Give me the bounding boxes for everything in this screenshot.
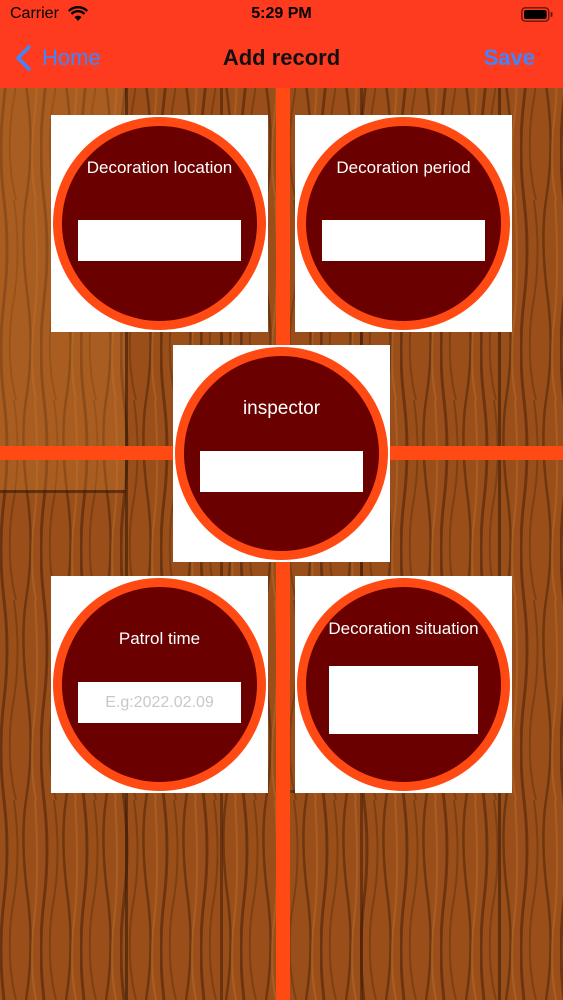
back-button[interactable]: Home [14,44,101,72]
patrol-card: Patrol time [51,576,268,793]
period-input[interactable] [322,220,485,261]
patrol-label: Patrol time [118,629,201,648]
nav-bar: Home Add record Save [0,32,563,88]
situation-card: Decoration situation [295,576,512,793]
inspector-input[interactable] [200,451,363,492]
inspector-card: inspector [173,345,390,562]
back-label: Home [42,45,101,70]
location-input[interactable] [78,220,241,261]
battery-icon [521,7,553,22]
navigation-header: Carrier 5:29 PM Home Add record Save [0,0,563,88]
location-card: Decoration location [51,115,268,332]
save-button[interactable]: Save [484,45,535,71]
period-card: Decoration period [295,115,512,332]
period-label: Decoration period [336,158,471,177]
status-time: 5:29 PM [251,5,312,22]
situation-input[interactable] [329,666,478,734]
status-bar: Carrier 5:29 PM [0,0,563,32]
chevron-left-icon [16,45,31,71]
location-label: Decoration location [86,158,233,177]
patrol-input[interactable] [78,682,241,723]
situation-label: Decoration situation [328,619,479,638]
inspector-label: inspector [242,398,321,419]
